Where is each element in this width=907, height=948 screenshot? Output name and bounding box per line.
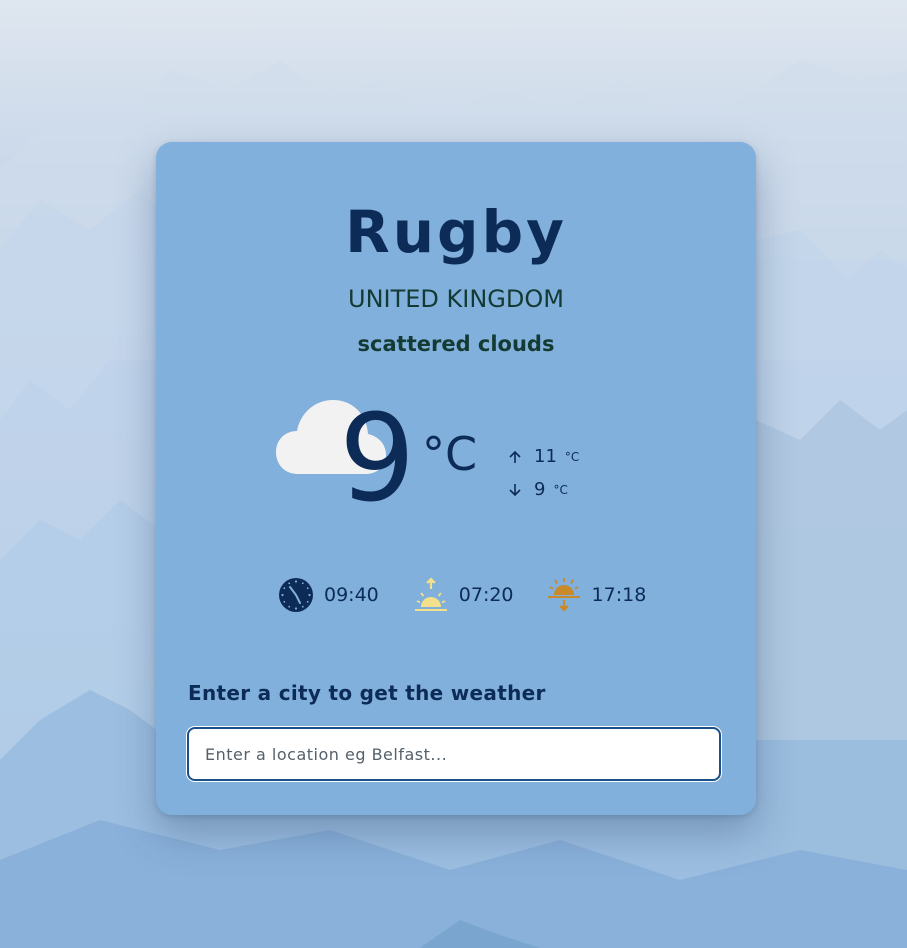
search-label: Enter a city to get the weather bbox=[188, 681, 546, 705]
arrow-up-icon bbox=[509, 450, 521, 463]
min-max-temperatures: 11 °C 9 °C bbox=[508, 440, 579, 506]
sunrise-value: 07:20 bbox=[458, 584, 514, 606]
max-temp-unit: °C bbox=[564, 449, 580, 464]
sunset-time: 17:18 bbox=[546, 577, 647, 613]
min-temp-value: 9 bbox=[534, 479, 546, 500]
sunset-icon bbox=[547, 578, 580, 612]
sunrise-time: 07:20 bbox=[413, 577, 514, 613]
country-name: UNITED KINGDOM bbox=[348, 285, 564, 313]
arrow-down-icon bbox=[509, 483, 521, 496]
sunset-value: 17:18 bbox=[591, 584, 647, 606]
weather-card: Rugby UNITED KINGDOM scattered clouds 9 … bbox=[156, 142, 756, 815]
sunrise-icon bbox=[414, 577, 447, 611]
temperature-value: 9 bbox=[339, 390, 415, 529]
time-info-row: 09:40 07:20 17:18 bbox=[278, 577, 646, 613]
weather-description: scattered clouds bbox=[357, 332, 555, 356]
location-search-input[interactable] bbox=[187, 727, 721, 781]
local-time: 09:40 bbox=[278, 577, 379, 613]
city-name: Rugby bbox=[345, 198, 567, 266]
clock-icon bbox=[279, 578, 313, 612]
min-temp-unit: °C bbox=[553, 482, 568, 497]
local-time-value: 09:40 bbox=[324, 584, 379, 606]
temperature-unit: °C bbox=[422, 427, 478, 481]
max-temp-value: 11 bbox=[534, 446, 557, 467]
max-temp-row: 11 °C bbox=[508, 440, 579, 473]
min-temp-row: 9 °C bbox=[508, 473, 579, 506]
